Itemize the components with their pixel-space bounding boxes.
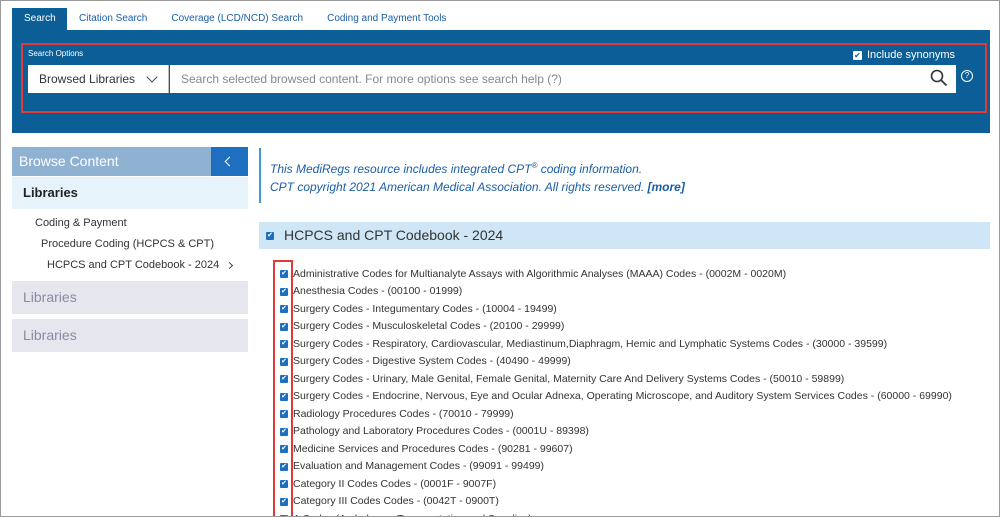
section-label[interactable]: Surgery Codes - Integumentary Codes - (1… <box>293 303 557 315</box>
section-label[interactable]: Category III Codes Codes - (0042T - 0900… <box>293 495 499 507</box>
search-options-label: Search Options <box>28 49 84 58</box>
section-label[interactable]: Surgery Codes - Musculoskeletal Codes - … <box>293 320 564 332</box>
library-scope-select[interactable]: Browsed Libraries <box>28 65 169 93</box>
include-synonyms-label: Include synonyms <box>867 49 956 61</box>
app-frame: Search Citation Search Coverage (LCD/NCD… <box>0 0 1000 517</box>
notice-text-suffix: coding information. <box>537 162 643 176</box>
include-synonyms-toggle[interactable]: ✔ Include synonyms <box>853 49 955 61</box>
section-checkbox[interactable]: ✔ <box>280 375 288 384</box>
section-row[interactable]: ✔A Codes (Ambulance, Transportation and … <box>280 510 952 516</box>
section-checkbox[interactable]: ✔ <box>280 357 288 366</box>
section-row[interactable]: ✔ Medicine Services and Procedures Codes … <box>280 440 952 458</box>
more-link[interactable]: [more] <box>648 180 685 194</box>
library-scope-value: Browsed Libraries <box>39 72 136 86</box>
section-checkbox[interactable]: ✔ <box>280 427 288 436</box>
section-row[interactable]: ✔ Pathology and Laboratory Procedures Cod… <box>280 423 952 441</box>
section-label[interactable]: Evaluation and Management Codes - (99091… <box>293 460 544 472</box>
tab-coding-payment-tools[interactable]: Coding and Payment Tools <box>315 8 458 30</box>
section-row[interactable]: ✔ Category II Codes Codes - (0001F - 9007… <box>280 475 952 493</box>
tab-coverage-search[interactable]: Coverage (LCD/NCD) Search <box>159 8 315 30</box>
search-icon[interactable] <box>930 69 948 87</box>
section-label[interactable]: Pathology and Laboratory Procedures Code… <box>293 425 589 437</box>
section-row[interactable]: ✔ Surgery Codes - Urinary, Male Genital, … <box>280 370 952 388</box>
tree-item-hcpcs-cpt-codebook[interactable]: HCPCS and CPT Codebook - 2024 <box>47 259 219 271</box>
include-synonyms-checkbox[interactable]: ✔ <box>853 50 862 60</box>
section-checkbox[interactable]: ✔ <box>280 305 288 314</box>
section-checkbox[interactable]: ✔ <box>280 445 288 454</box>
section-checkbox[interactable]: ✔ <box>280 340 288 349</box>
section-row[interactable]: ✔ Evaluation and Management Codes - (9909… <box>280 458 952 476</box>
section-row[interactable]: ✔ Surgery Codes - Endocrine, Nervous, Eye… <box>280 388 952 406</box>
chevron-down-icon <box>146 71 158 83</box>
section-label[interactable]: Radiology Procedures Codes - (70010 - 79… <box>293 408 514 420</box>
section-row[interactable]: ✔ Surgery Codes - Digestive System Codes … <box>280 353 952 371</box>
tab-bar: Search Citation Search Coverage (LCD/NCD… <box>12 8 458 30</box>
notice-line-1: This MediRegs resource includes integrat… <box>270 157 990 178</box>
section-label[interactable]: Anesthesia Codes - (00100 - 01999) <box>293 285 462 297</box>
section-checkbox[interactable]: ✔ <box>280 410 288 419</box>
section-row[interactable]: ✔ Category III Codes Codes - (0042T - 090… <box>280 493 952 511</box>
section-row[interactable]: ✔ Surgery Codes - Integumentary Codes - (… <box>280 300 952 318</box>
section-checkbox[interactable]: ✔ <box>280 462 288 471</box>
section-row[interactable]: ✔ Surgery Codes - Respiratory, Cardiovasc… <box>280 335 952 353</box>
collapse-sidebar-button[interactable] <box>211 147 248 176</box>
notice-text: This MediRegs resource includes integrat… <box>270 162 532 176</box>
section-label[interactable]: Medicine Services and Procedures Codes -… <box>293 443 573 455</box>
section-label[interactable]: Surgery Codes - Digestive System Codes -… <box>293 355 571 367</box>
codebook-header: ✔ HCPCS and CPT Codebook - 2024 <box>259 222 990 249</box>
tree-item-procedure-coding[interactable]: Procedure Coding (HCPCS & CPT) <box>41 238 214 250</box>
codebook-checkbox[interactable]: ✔ <box>266 232 274 240</box>
sidebar-libraries-2[interactable]: Libraries <box>12 281 248 314</box>
search-input[interactable] <box>170 65 956 93</box>
codebook-section-list: ✔ Administrative Codes for Multianalyte A… <box>280 265 952 516</box>
section-label[interactable]: A Codes (Ambulance, Transportation and S… <box>293 513 532 516</box>
section-row[interactable]: ✔ Anesthesia Codes - (00100 - 01999) <box>280 283 952 301</box>
section-label[interactable]: Surgery Codes - Respiratory, Cardiovascu… <box>293 338 887 350</box>
chevron-right-icon <box>225 261 234 270</box>
section-checkbox[interactable]: ✔ <box>280 392 288 401</box>
cpt-notice: This MediRegs resource includes integrat… <box>259 148 990 203</box>
section-row[interactable]: ✔ Surgery Codes - Musculoskeletal Codes -… <box>280 318 952 336</box>
section-label[interactable]: Surgery Codes - Endocrine, Nervous, Eye … <box>293 390 952 402</box>
section-label[interactable]: Category II Codes Codes - (0001F - 9007F… <box>293 478 496 490</box>
section-checkbox[interactable]: ✔ <box>280 480 288 489</box>
tab-search[interactable]: Search <box>12 8 67 30</box>
section-checkbox[interactable]: ✔ <box>280 497 288 506</box>
codebook-title: HCPCS and CPT Codebook - 2024 <box>284 227 504 243</box>
section-row[interactable]: ✔ Radiology Procedures Codes - (70010 - 7… <box>280 405 952 423</box>
section-checkbox[interactable]: ✔ <box>280 287 288 296</box>
notice-line-2: CPT copyright 2021 American Medical Asso… <box>270 178 990 196</box>
section-label[interactable]: Administrative Codes for Multianalyte As… <box>293 268 786 280</box>
section-row[interactable]: ✔ Administrative Codes for Multianalyte A… <box>280 265 952 283</box>
tab-citation-search[interactable]: Citation Search <box>67 8 159 30</box>
copyright-text: CPT copyright 2021 American Medical Asso… <box>270 180 648 194</box>
section-checkbox[interactable]: ✔ <box>280 270 288 279</box>
sidebar-libraries-active[interactable]: Libraries <box>12 177 248 209</box>
chevron-left-icon <box>224 156 235 167</box>
section-label[interactable]: Surgery Codes - Urinary, Male Genital, F… <box>293 373 844 385</box>
section-checkbox[interactable]: ✔ <box>280 322 288 331</box>
help-icon[interactable]: ? <box>961 70 973 82</box>
sidebar-libraries-3[interactable]: Libraries <box>12 319 248 352</box>
tree-item-coding-payment[interactable]: Coding & Payment <box>35 217 127 229</box>
